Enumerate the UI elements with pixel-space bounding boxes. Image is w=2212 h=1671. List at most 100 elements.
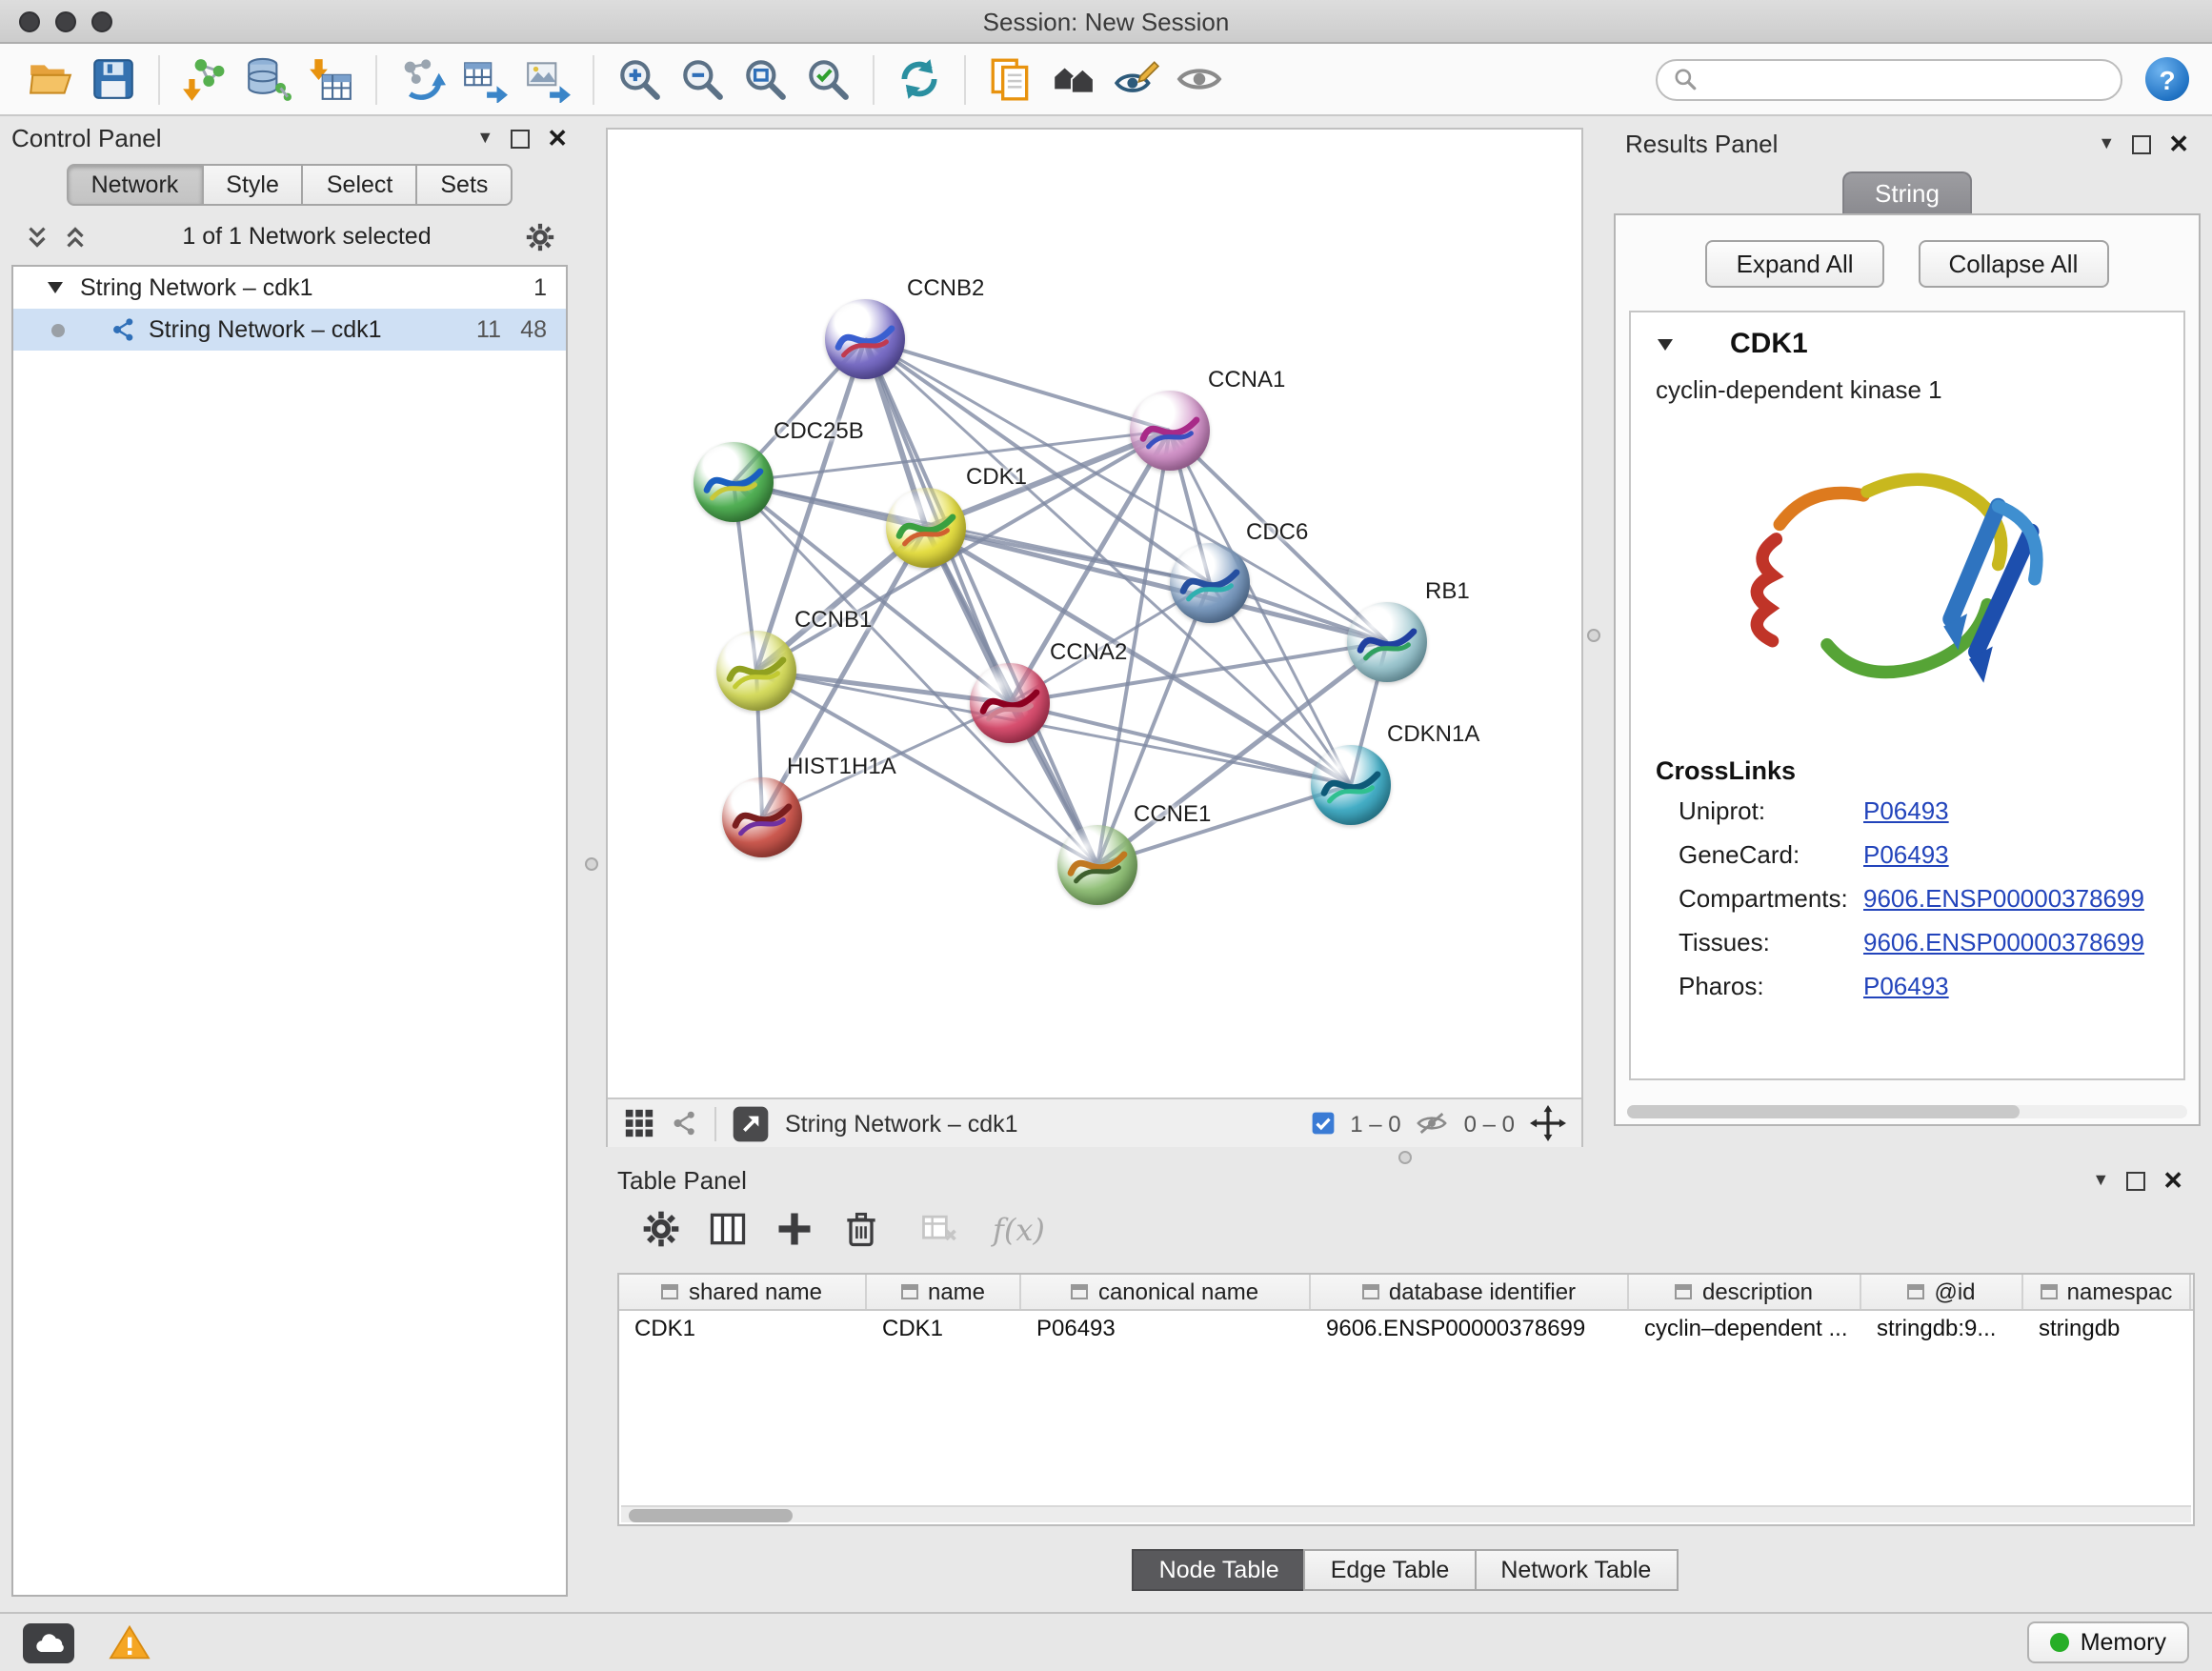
tab-string[interactable]: String <box>1842 171 1972 213</box>
splitter-handle-left[interactable] <box>585 857 598 871</box>
graphics-details-button[interactable] <box>1168 49 1231 110</box>
export-table-button[interactable] <box>453 49 516 110</box>
close-window-button[interactable] <box>19 10 40 31</box>
search-input[interactable] <box>1707 66 2105 92</box>
panel-float-icon[interactable] <box>2126 1171 2145 1190</box>
hidden-eye-slash-icon[interactable] <box>1417 1107 1449 1139</box>
window-title: Session: New Session <box>0 7 2212 35</box>
tab-network-table[interactable]: Network Table <box>1474 1549 1678 1591</box>
export-network-button[interactable] <box>391 49 453 110</box>
column-icon <box>662 1284 679 1299</box>
node-CCNE1[interactable] <box>1057 825 1137 905</box>
warning-icon[interactable] <box>109 1623 151 1661</box>
crosslink-row: GeneCard:P06493 <box>1631 833 2183 876</box>
column-header-shared-name[interactable]: shared name <box>619 1275 867 1309</box>
import-network-file-button[interactable] <box>173 49 236 110</box>
node-CCNB1[interactable] <box>716 631 796 711</box>
home-button[interactable] <box>1042 49 1105 110</box>
pan-crosshair-icon[interactable] <box>1530 1105 1566 1141</box>
panel-float-icon[interactable] <box>511 129 530 148</box>
node-RB1[interactable] <box>1347 602 1427 682</box>
column-header-canonical-name[interactable]: canonical name <box>1021 1275 1311 1309</box>
panel-collapse-icon[interactable]: ▼ <box>2098 135 2115 152</box>
export-network-icon <box>398 55 446 103</box>
splitter-handle-right[interactable] <box>1587 629 1600 642</box>
crosslink-tissues-link[interactable]: 9606.ENSP00000378699 <box>1863 928 2144 956</box>
column-header--id[interactable]: @id <box>1861 1275 2023 1309</box>
memory-button[interactable]: Memory <box>2027 1621 2189 1663</box>
collapse-all-button[interactable]: Collapse All <box>1919 240 2109 288</box>
node-CDC6[interactable] <box>1170 543 1250 623</box>
search-box[interactable] <box>1656 58 2122 100</box>
delete-column-trash-icon[interactable] <box>840 1208 882 1250</box>
open-session-button[interactable] <box>19 49 82 110</box>
tab-network[interactable]: Network <box>67 164 204 206</box>
column-header-description[interactable]: description <box>1629 1275 1861 1309</box>
results-scrollbar[interactable] <box>1627 1105 2187 1118</box>
add-column-plus-icon[interactable] <box>774 1208 815 1250</box>
node-CCNA2[interactable] <box>970 663 1050 743</box>
network-edge[interactable] <box>1010 703 1351 785</box>
cloud-button[interactable] <box>23 1622 74 1662</box>
table-settings-gear-icon[interactable] <box>640 1208 682 1250</box>
zoom-fit-button[interactable] <box>734 49 796 110</box>
zoom-window-button[interactable] <box>91 10 112 31</box>
network-edge[interactable] <box>865 339 1097 865</box>
panel-close-icon[interactable]: ✕ <box>2162 1168 2183 1193</box>
zoom-in-button[interactable] <box>608 49 671 110</box>
column-header-namespac[interactable]: namespac <box>2023 1275 2191 1309</box>
node-CDK1[interactable] <box>886 488 966 568</box>
collapse-all-tree-icon[interactable] <box>61 222 90 251</box>
save-session-button[interactable] <box>82 49 145 110</box>
selected-checkbox-icon[interactable] <box>1310 1111 1335 1136</box>
help-button[interactable]: ? <box>2145 57 2189 101</box>
column-header-name[interactable]: name <box>867 1275 1021 1309</box>
tab-node-table[interactable]: Node Table <box>1133 1549 1306 1591</box>
zoom-selected-button[interactable] <box>796 49 859 110</box>
node-CCNA1[interactable] <box>1130 391 1210 471</box>
network-collection-row[interactable]: String Network – cdk1 1 <box>13 267 566 309</box>
node-CCNB2[interactable] <box>825 299 905 379</box>
tab-edge-table[interactable]: Edge Table <box>1304 1549 1477 1591</box>
network-canvas[interactable]: CCNB2CCNA1CDC25BCDK1CDC6RB1CCNB1CCNA2CDK… <box>608 130 1581 1097</box>
birdseye-toggle-icon[interactable] <box>732 1104 770 1142</box>
minimize-window-button[interactable] <box>55 10 76 31</box>
panel-close-icon[interactable]: ✕ <box>2168 131 2189 156</box>
function-builder-button[interactable]: f(x) <box>993 1211 1045 1247</box>
panel-close-icon[interactable]: ✕ <box>547 126 568 151</box>
crosslink-pharos-link[interactable]: P06493 <box>1863 972 1949 1000</box>
node-CDC25B[interactable] <box>694 442 774 522</box>
tree-expand-icon[interactable] <box>48 282 63 293</box>
crosslink-uniprot-link[interactable]: P06493 <box>1863 796 1949 825</box>
copy-button[interactable] <box>979 49 1042 110</box>
gear-icon[interactable] <box>524 220 556 252</box>
expand-all-tree-icon[interactable] <box>23 222 51 251</box>
network-row[interactable]: String Network – cdk1 11 48 <box>13 309 566 351</box>
apply-layout-button[interactable] <box>888 49 951 110</box>
expand-all-button[interactable]: Expand All <box>1706 240 1884 288</box>
select-columns-icon[interactable] <box>707 1208 749 1250</box>
tab-select[interactable]: Select <box>302 164 418 206</box>
splitter-handle-bottom[interactable] <box>1398 1151 1412 1164</box>
zoom-out-button[interactable] <box>671 49 734 110</box>
table-row[interactable]: CDK1CDK1P064939606.ENSP00000378699cyclin… <box>619 1311 2193 1347</box>
share-view-icon[interactable] <box>671 1109 699 1137</box>
network-edge[interactable] <box>865 339 1170 431</box>
column-header-database-identifier[interactable]: database identifier <box>1311 1275 1629 1309</box>
panel-collapse-icon[interactable]: ▼ <box>476 130 493 147</box>
annotation-visibility-button[interactable] <box>1105 49 1168 110</box>
node-HIST1H1A[interactable] <box>722 777 802 857</box>
crosslink-compartments-link[interactable]: 9606.ENSP00000378699 <box>1863 884 2144 913</box>
panel-float-icon[interactable] <box>2132 134 2151 153</box>
node-CDKN1A[interactable] <box>1311 745 1391 825</box>
export-image-button[interactable] <box>516 49 579 110</box>
crosslink-genecard-link[interactable]: P06493 <box>1863 840 1949 869</box>
tab-sets[interactable]: Sets <box>415 164 513 206</box>
import-network-database-button[interactable] <box>236 49 299 110</box>
panel-collapse-icon[interactable]: ▼ <box>2092 1172 2109 1189</box>
import-table-button[interactable] <box>299 49 362 110</box>
table-horizontal-scrollbar[interactable] <box>621 1505 2191 1522</box>
card-collapse-icon[interactable] <box>1658 338 1673 350</box>
tab-style[interactable]: Style <box>201 164 304 206</box>
grid-view-icon[interactable] <box>623 1107 655 1139</box>
